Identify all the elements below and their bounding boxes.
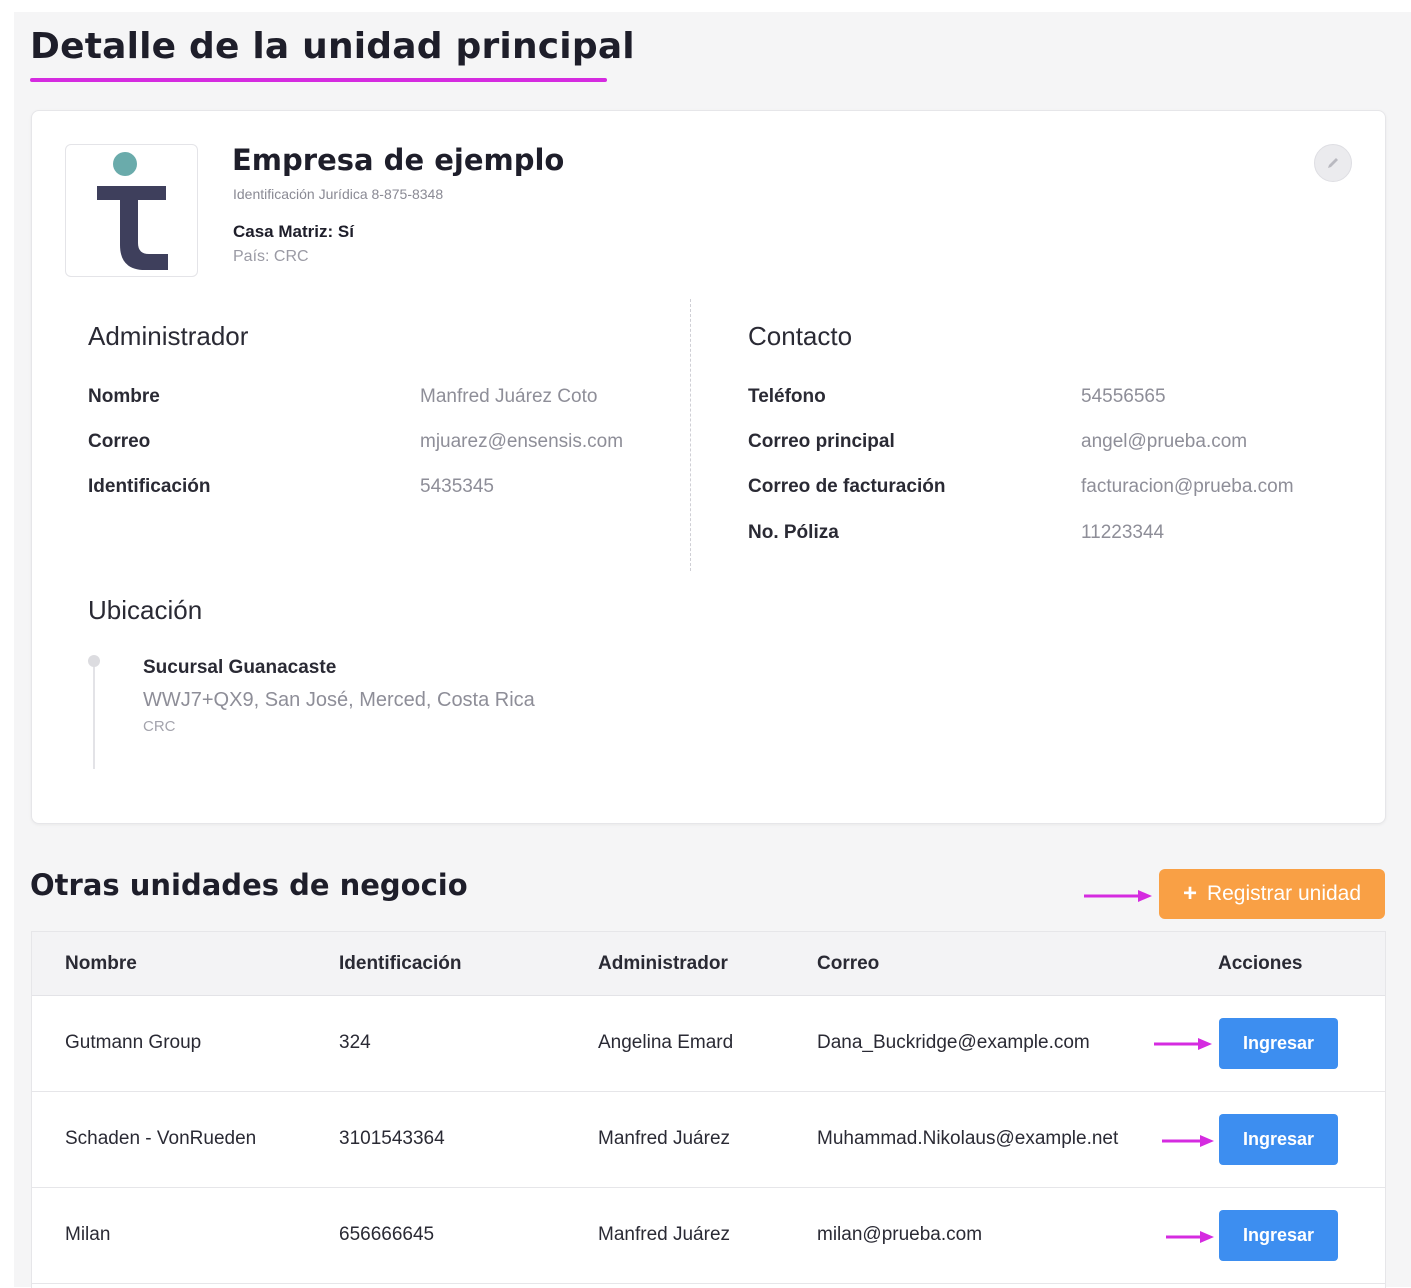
cell-name: Milan [65, 1224, 111, 1245]
admin-name-value: Manfred Juárez Coto [420, 386, 598, 407]
company-card: Empresa de ejemplo Identificación Jurídi… [31, 110, 1386, 824]
table-row: Gutmann Group 324 Angelina Emard Dana_Bu… [32, 996, 1385, 1092]
register-unit-button[interactable]: + Registrar unidad [1159, 869, 1385, 919]
register-unit-label: Registrar unidad [1206, 882, 1362, 905]
column-header-email: Correo [817, 953, 880, 974]
annotation-arrow-icon [1084, 890, 1152, 902]
page-title: Detalle de la unidad principal [30, 26, 635, 67]
contact-heading: Contacto [748, 321, 853, 351]
cell-name: Gutmann Group [65, 1032, 202, 1053]
contact-policy-label: No. Póliza [748, 522, 839, 543]
table-row: Milan 656666645 Manfred Juárez milan@pru… [32, 1188, 1385, 1284]
annotation-arrow-icon [1166, 1231, 1214, 1243]
cell-name: Schaden - VonRueden [65, 1128, 257, 1149]
company-country: País: CRC [233, 248, 309, 265]
location-name: Sucursal Guanacaste [143, 657, 337, 678]
company-legal-id: Identificación Jurídica 8-875-8348 [233, 186, 444, 202]
cell-id: 3101543364 [339, 1128, 445, 1149]
admin-email-label: Correo [88, 431, 151, 452]
admin-name-label: Nombre [88, 386, 160, 407]
edit-button[interactable] [1314, 144, 1352, 182]
annotation-arrow-icon [1162, 1135, 1214, 1147]
company-logo [65, 144, 198, 277]
contact-phone-label: Teléfono [748, 386, 826, 407]
table-row: Schaden - VonRueden 3101543364 Manfred J… [32, 1092, 1385, 1188]
location-heading: Ubicación [88, 595, 203, 625]
page: Detalle de la unidad principal Empresa d… [14, 12, 1411, 1288]
contact-email-value: angel@prueba.com [1081, 431, 1248, 452]
contact-phone-value: 54556565 [1081, 386, 1166, 407]
table-header: Nombre Identificación Administrador Corr… [32, 932, 1385, 996]
title-underline [30, 78, 607, 82]
location-timeline-line [93, 661, 95, 769]
enter-button[interactable]: Ingresar [1219, 1018, 1338, 1069]
administrator-heading: Administrador [88, 321, 249, 351]
location-timeline-dot [88, 655, 100, 667]
cell-admin: Manfred Juárez [598, 1128, 731, 1149]
company-name: Empresa de ejemplo [232, 143, 565, 177]
column-header-admin: Administrador [598, 953, 728, 974]
contact-billing-value: facturacion@prueba.com [1081, 476, 1294, 497]
contact-billing-label: Correo de facturación [748, 476, 946, 497]
section-divider [690, 299, 691, 571]
cell-email: milan@prueba.com [817, 1224, 983, 1245]
company-headquarters: Casa Matriz: Sí [233, 222, 354, 241]
company-logo-icon [97, 152, 168, 270]
enter-button[interactable]: Ingresar [1219, 1210, 1338, 1261]
cell-admin: Manfred Juárez [598, 1224, 731, 1245]
column-header-id: Identificación [339, 953, 462, 974]
enter-button[interactable]: Ingresar [1219, 1114, 1338, 1165]
plus-icon: + [1182, 880, 1197, 907]
column-header-name: Nombre [65, 953, 137, 974]
admin-id-value: 5435345 [420, 476, 494, 497]
cell-id: 324 [339, 1032, 371, 1053]
contact-policy-value: 11223344 [1081, 522, 1165, 543]
cell-email: Muhammad.Nikolaus@example.net [817, 1128, 1119, 1149]
contact-email-label: Correo principal [748, 431, 895, 452]
annotation-arrow-icon [1154, 1038, 1212, 1050]
cell-admin: Angelina Emard [598, 1032, 734, 1053]
pencil-icon [1328, 158, 1338, 168]
units-table: Nombre Identificación Administrador Corr… [31, 931, 1386, 1288]
column-header-actions: Acciones [1218, 953, 1303, 974]
location-address: WWJ7+QX9, San José, Merced, Costa Rica [143, 689, 535, 711]
admin-email-value: mjuarez@ensensis.com [420, 431, 624, 452]
other-units-heading: Otras unidades de negocio [30, 868, 468, 902]
admin-id-label: Identificación [88, 476, 211, 497]
cell-id: 656666645 [339, 1224, 435, 1245]
location-country: CRC [143, 718, 176, 735]
cell-email: Dana_Buckridge@example.com [817, 1032, 1090, 1053]
